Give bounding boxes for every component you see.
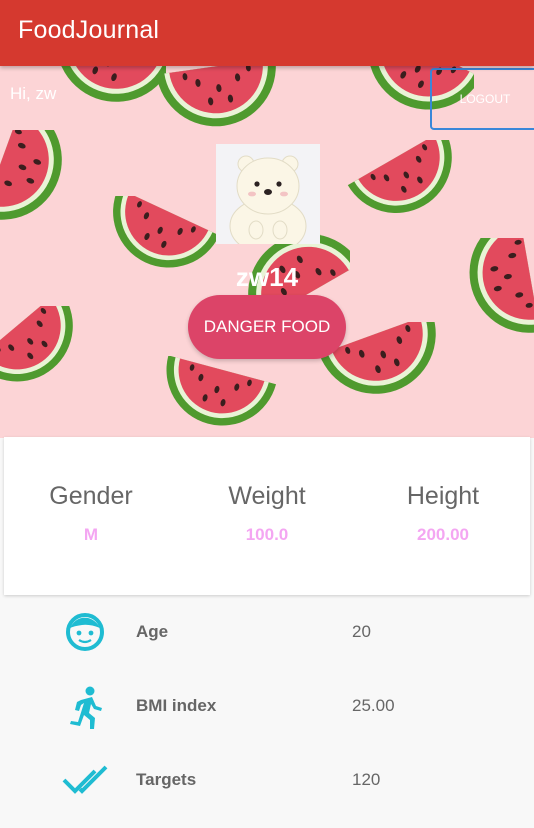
weight-stat: Weight 100.0 (182, 482, 352, 545)
height-value: 200.00 (417, 525, 469, 544)
logout-button[interactable]: LOGOUT (430, 68, 534, 130)
gender-label: Gender (49, 482, 133, 510)
height-stat: Height 200.00 (358, 482, 528, 545)
watermelon-decoration (156, 66, 284, 135)
face-icon (62, 612, 108, 652)
targets-value: 120 (352, 770, 381, 789)
weight-value: 100.0 (245, 525, 289, 544)
bmi-label: BMI index (136, 696, 217, 715)
double-check-icon (62, 760, 108, 800)
bmi-value: 25.00 (352, 696, 395, 715)
username: zw14 (235, 262, 299, 292)
app-bar: FoodJournal (0, 0, 534, 66)
targets-row: Targets 120 (0, 755, 534, 805)
targets-label: Targets (136, 770, 197, 789)
watermelon-decoration (0, 306, 96, 405)
running-person-icon (62, 686, 108, 729)
watermelon-decoration (153, 356, 277, 438)
avatar[interactable] (216, 144, 320, 244)
height-label: Height (406, 482, 480, 510)
watermelon-decoration (46, 66, 166, 110)
body-stats-card: Gender M Weight 100.0 Height 200.00 (4, 437, 530, 595)
greeting-text: Hi, zw (10, 84, 57, 103)
age-label: Age (136, 622, 169, 641)
watermelon-decoration (0, 130, 79, 237)
age-row: Age 20 (0, 607, 534, 657)
weight-label: Weight (228, 482, 306, 510)
danger-food-button[interactable]: DANGER FOOD (188, 295, 346, 359)
gender-value: M (83, 525, 99, 544)
gender-stat: Gender M (6, 482, 176, 545)
age-value: 20 (352, 622, 371, 641)
polar-bear-icon (216, 144, 320, 244)
bmi-row: BMI index 25.00 (0, 681, 534, 731)
app-title: FoodJournal (18, 16, 160, 44)
